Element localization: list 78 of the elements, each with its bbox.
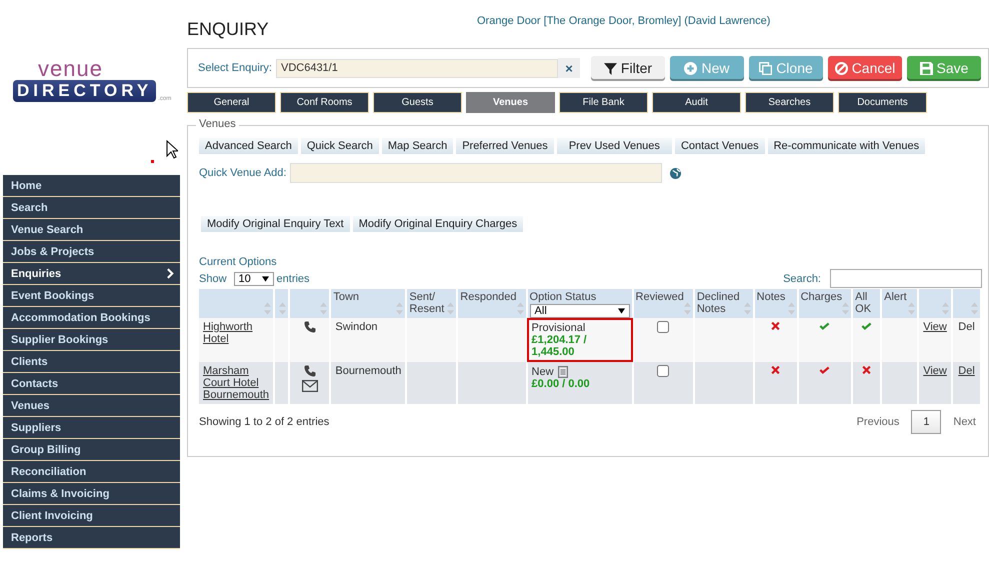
cancel-button[interactable]: Cancel [828,56,902,80]
page-button[interactable]: 1 [911,410,942,434]
toolbar-button[interactable]: Quick Search [300,138,379,154]
toolbar-button[interactable]: Preferred Venues [456,138,554,154]
reviewed-checkbox[interactable] [657,365,670,377]
nav-item[interactable]: Reconciliation [3,461,180,483]
dropdown-icon [262,276,269,282]
copy-icon [759,62,772,74]
toolbar-button[interactable]: Modify Original Enquiry Text [201,216,350,232]
amount-text: £1,204.17 / 1,445.00 [532,334,588,358]
nav-item[interactable]: Contacts [3,373,180,395]
nav-item[interactable]: Claims & Invoicing [3,483,180,505]
globe-icon [670,168,682,178]
nav-item[interactable]: Enquiries [3,263,180,285]
column-header[interactable]: Option Status [530,291,596,303]
next-link[interactable]: Next [953,416,976,428]
table-cell: Bournemouth [335,365,402,377]
search-field[interactable] [830,269,982,288]
nav-item[interactable]: Search [3,197,180,219]
dropdown-icon [618,308,625,314]
tab[interactable]: Audit [652,92,741,113]
toolbar-button[interactable]: Map Search [382,138,454,154]
tab[interactable]: Documents [838,92,927,113]
nav-item[interactable]: Venues [3,395,180,417]
toolbar-button[interactable]: Advanced Search [199,138,298,154]
chevron-icon [167,268,174,279]
venue-add-field[interactable] [290,163,662,183]
filter-button[interactable]: Filter [590,56,665,80]
nav-item[interactable]: Home [3,175,180,197]
nav-item[interactable]: Group Billing [3,439,180,461]
field-label: Quick Venue Add: [199,167,286,179]
table-info: Showing 1 to 2 of 2 entries [199,416,330,428]
nav-item[interactable]: Suppliers [3,417,180,439]
show-label: Show [199,272,227,284]
show-label: entries [276,272,310,284]
column-header[interactable]: Town [333,291,360,303]
status-text: Provisional [532,322,586,334]
tab[interactable]: Searches [745,92,834,113]
nav-item[interactable]: Client Invoicing [3,505,180,527]
tab[interactable]: General [187,92,276,113]
tab[interactable]: Venues [466,92,555,113]
plus-icon [684,62,698,74]
nav-item[interactable]: Reports [3,527,180,549]
toolbar-button[interactable]: Prev Used Venues [556,138,672,154]
amount-text: £0.00 / 0.00 [532,378,591,390]
entries-select[interactable]: 10 [234,272,274,286]
clear-button[interactable]: × [558,58,580,78]
user-info: Orange Door [The Orange Door, Bromley] (David Lawrence) [477,15,770,29]
nav-item[interactable]: Venue Search [3,219,180,241]
status-filter[interactable]: All [530,304,630,318]
logo-text: DIRECTORY [13,80,156,102]
nav-item[interactable]: Supplier Bookings [3,329,180,351]
toolbar-button[interactable]: Contact Venues [674,138,765,154]
nav-item[interactable]: Jobs & Projects [3,241,180,263]
nav-item[interactable]: Accommodation Bookings [3,307,180,329]
section-title: Venues [196,118,239,130]
section-title: Current Options [199,256,278,268]
tab[interactable]: Guests [373,92,462,113]
tab[interactable]: File Bank [559,92,648,113]
delete-text: Del [958,321,975,333]
delete-link[interactable]: Del [958,365,975,377]
page-title: ENQUIRY [187,19,270,41]
toolbar-button[interactable]: Modify Original Enquiry Charges [352,216,524,232]
toolbar-button[interactable]: Re-communicate with Venues [768,138,926,154]
table-cell: Swindon [335,321,378,333]
tab[interactable]: Conf Rooms [280,92,369,113]
cursor-icon [166,140,178,159]
status-text: New [532,366,554,378]
nav-item[interactable]: Clients [3,351,180,373]
filter-icon [604,62,617,74]
logo-text: venue [38,58,103,80]
enquiry-field[interactable]: VDC6431/1 [276,58,558,78]
prohibited-icon [834,62,848,74]
nav-item[interactable]: Event Bookings [3,285,180,307]
search-label: Search: [783,272,821,284]
field-label: Select Enquiry: [198,62,272,74]
previous-link[interactable]: Previous [856,416,900,428]
reviewed-checkbox[interactable] [657,321,670,333]
